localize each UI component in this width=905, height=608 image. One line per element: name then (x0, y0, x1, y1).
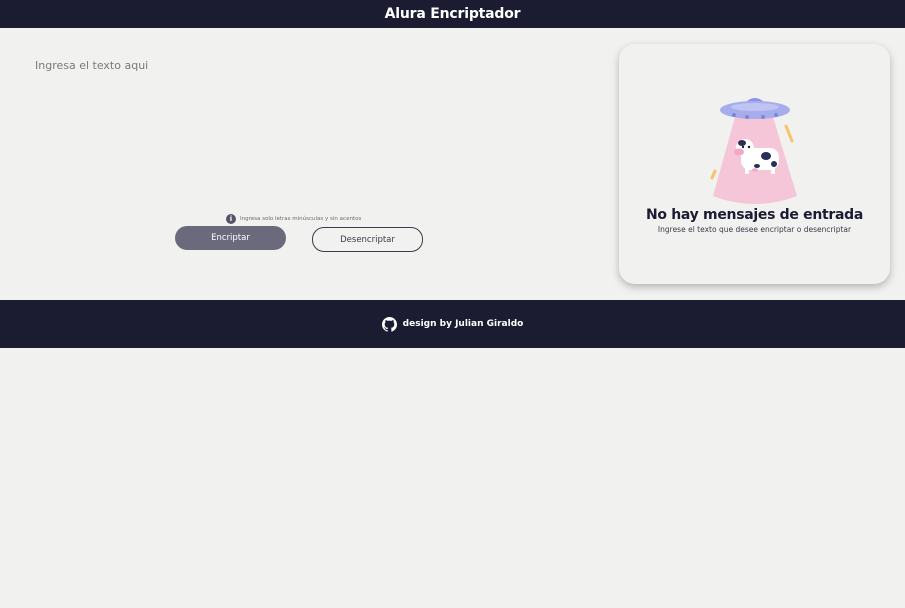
spark-left (710, 169, 717, 180)
app-header: Alura Encriptador (0, 0, 905, 28)
output-subtitle: Ingrese el texto que desee encriptar o d… (657, 225, 852, 234)
main-area: i Ingresa solo letras minúsculas y sin a… (0, 28, 905, 300)
input-hint: i Ingresa solo letras minúsculas y sin a… (226, 214, 361, 224)
hint-text: Ingresa solo letras minúsculas y sin ace… (240, 216, 362, 222)
output-title: No hay mensajes de entrada (645, 207, 864, 223)
encrypt-button[interactable]: Encriptar (175, 226, 286, 250)
decrypt-button[interactable]: Desencriptar (312, 227, 423, 252)
spark-right (784, 124, 794, 143)
footer-credit: design by Julian Giraldo (402, 319, 524, 329)
output-panel: No hay mensajes de entrada Ingrese el te… (619, 44, 890, 284)
app-title: Alura Encriptador (384, 6, 521, 22)
text-input[interactable] (28, 53, 588, 203)
ufo-cow-illustration (710, 98, 797, 204)
github-icon[interactable] (381, 316, 397, 332)
info-icon: i (226, 214, 236, 224)
app-footer: design by Julian Giraldo (0, 300, 905, 348)
